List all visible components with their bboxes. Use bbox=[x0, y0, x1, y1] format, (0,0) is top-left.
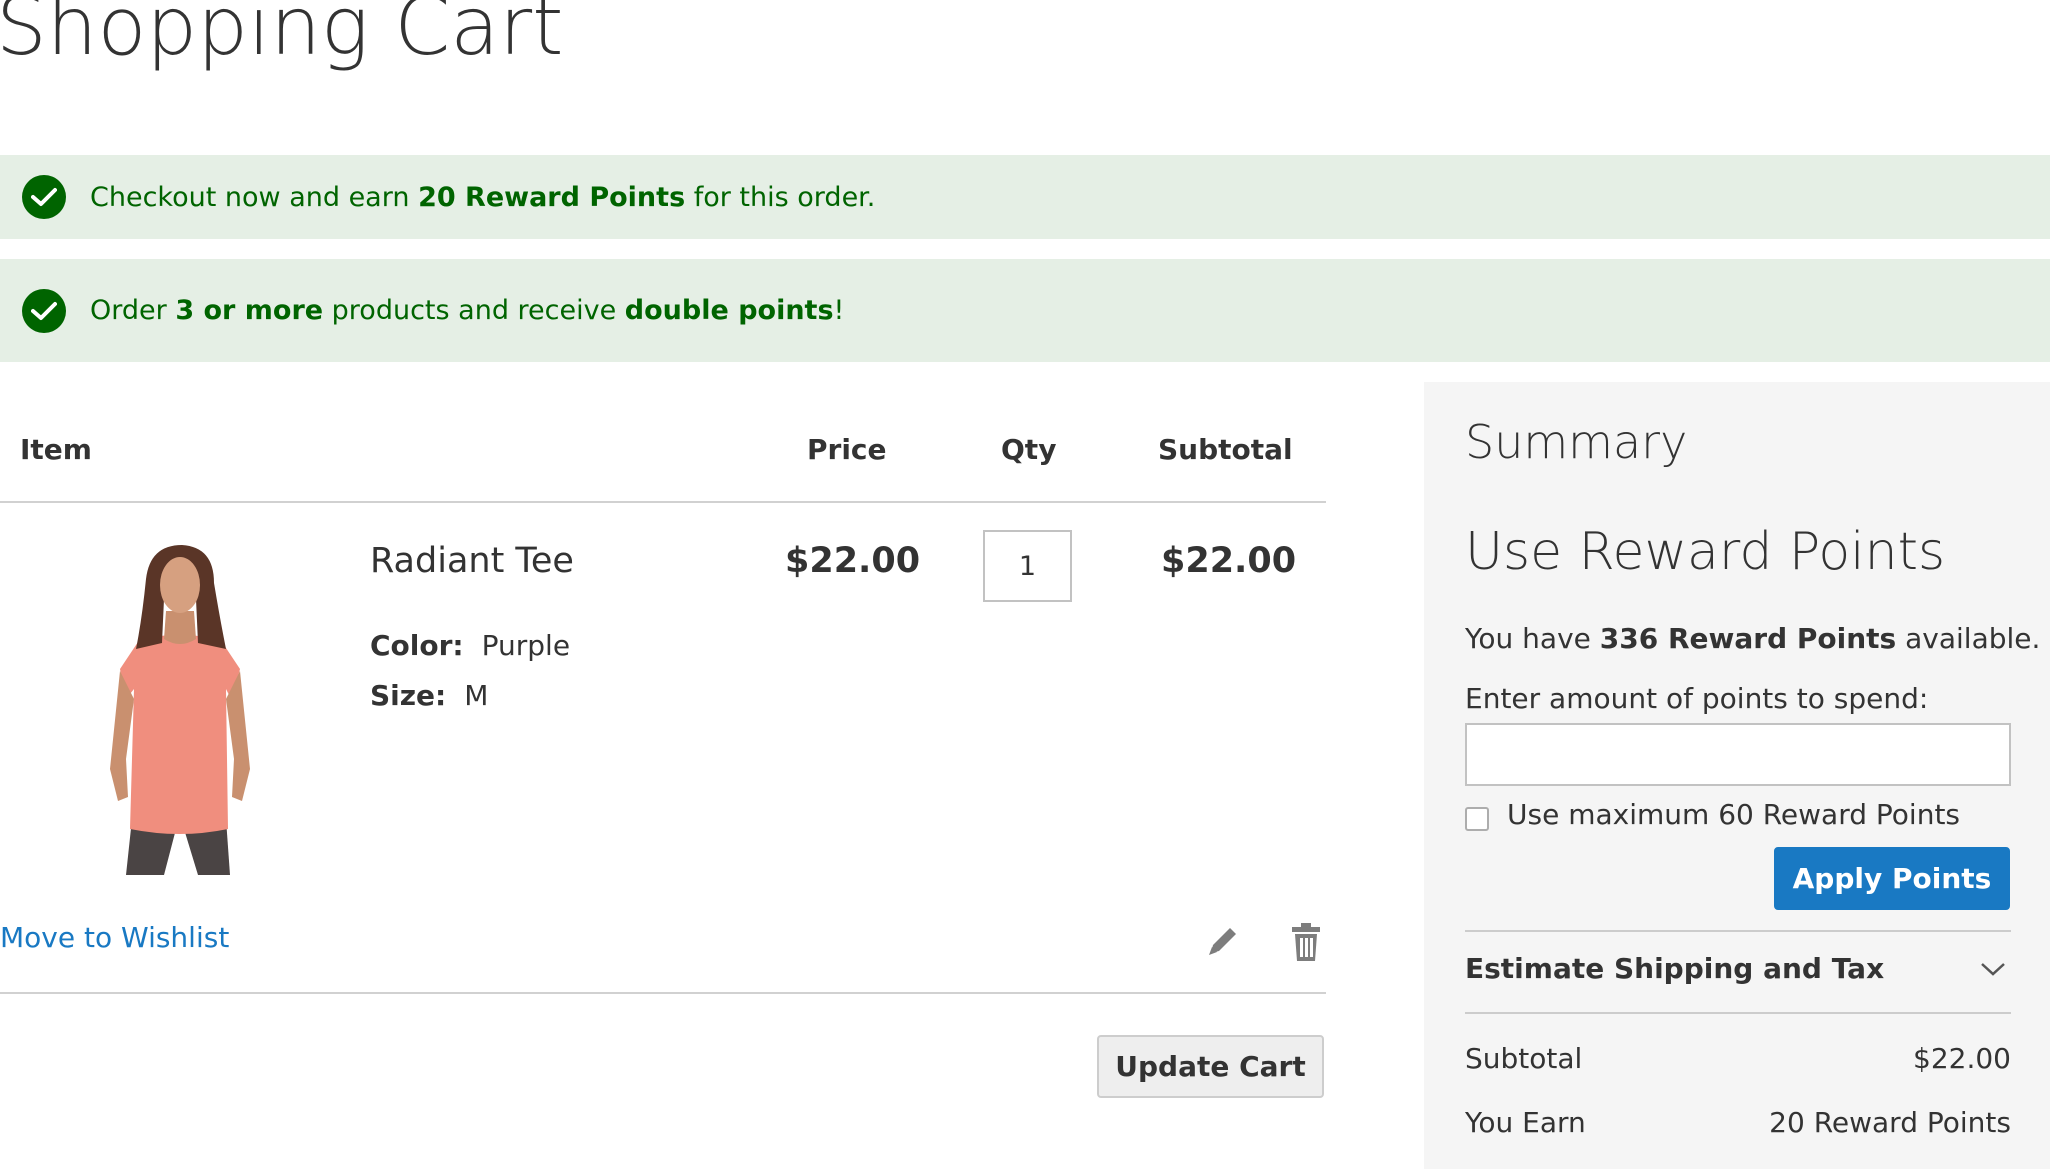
update-cart-button[interactable]: Update Cart bbox=[1097, 1035, 1324, 1098]
check-circle-icon bbox=[22, 175, 66, 219]
totals-subtotal-row: Subtotal $22.00 bbox=[1465, 1042, 2011, 1075]
shopping-cart-page: Shopping Cart Checkout now and earn 20 R… bbox=[0, 0, 2050, 1169]
check-circle-icon bbox=[22, 288, 66, 333]
column-header-subtotal: Subtotal bbox=[1158, 433, 1293, 466]
divider bbox=[1465, 1012, 2011, 1014]
reward-points-title: Use Reward Points bbox=[1465, 522, 1946, 582]
item-subtotal: $22.00 bbox=[1161, 541, 1297, 581]
use-max-points-label[interactable]: Use maximum 60 Reward Points bbox=[1507, 798, 1960, 831]
double-points-notice: Order 3 or more products and receive dou… bbox=[0, 259, 2050, 362]
column-header-price: Price bbox=[807, 433, 887, 466]
estimate-shipping-toggle[interactable]: Estimate Shipping and Tax bbox=[1465, 952, 2011, 1012]
move-to-wishlist-link[interactable]: Move to Wishlist bbox=[0, 921, 229, 954]
estimate-shipping-label: Estimate Shipping and Tax bbox=[1465, 952, 1885, 985]
pencil-icon[interactable] bbox=[1205, 923, 1241, 959]
page-title: Shopping Cart bbox=[0, 0, 564, 73]
notice-text: Order 3 or more products and receive dou… bbox=[90, 295, 845, 326]
reward-earn-notice: Checkout now and earn 20 Reward Points f… bbox=[0, 155, 2050, 239]
totals-subtotal-label: Subtotal bbox=[1465, 1042, 1583, 1075]
cart-item-row: Radiant Tee Color:Purple Size:M $22.00 $… bbox=[0, 503, 1326, 994]
divider bbox=[1465, 930, 2011, 932]
notice-text: Checkout now and earn 20 Reward Points f… bbox=[90, 181, 876, 213]
reward-points-available: You have 336 Reward Points available. bbox=[1465, 622, 2041, 655]
product-image[interactable] bbox=[80, 539, 280, 879]
column-header-qty: Qty bbox=[1001, 433, 1057, 466]
cart-table-header: Item Price Qty Subtotal bbox=[0, 383, 1326, 503]
use-max-points-checkbox[interactable] bbox=[1465, 807, 1489, 831]
product-option-size: Size: M bbox=[370, 679, 489, 712]
apply-points-button[interactable]: Apply Points bbox=[1774, 847, 2010, 910]
notice-highlight: 20 Reward Points bbox=[418, 181, 686, 213]
summary-title: Summary bbox=[1465, 415, 1688, 469]
product-option-color: Color: Purple bbox=[370, 629, 571, 662]
cart-table: Item Price Qty Subtotal Radiant Tee Colo… bbox=[0, 383, 1326, 994]
column-header-item: Item bbox=[20, 433, 92, 466]
totals-earn-row: You Earn 20 Reward Points bbox=[1465, 1106, 2011, 1139]
points-input-label: Enter amount of points to spend: bbox=[1465, 682, 1929, 715]
item-price: $22.00 bbox=[785, 541, 921, 581]
product-name[interactable]: Radiant Tee bbox=[370, 541, 574, 581]
totals-earn-value: 20 Reward Points bbox=[1769, 1106, 2011, 1139]
summary-panel: Summary Use Reward Points You have 336 R… bbox=[1424, 382, 2050, 1169]
qty-input[interactable] bbox=[983, 530, 1072, 602]
totals-earn-label: You Earn bbox=[1465, 1106, 1586, 1139]
trash-icon[interactable] bbox=[1290, 923, 1322, 961]
points-amount-input[interactable] bbox=[1465, 723, 2011, 786]
chevron-down-icon bbox=[1981, 963, 2005, 976]
totals-subtotal-value: $22.00 bbox=[1913, 1042, 2011, 1075]
